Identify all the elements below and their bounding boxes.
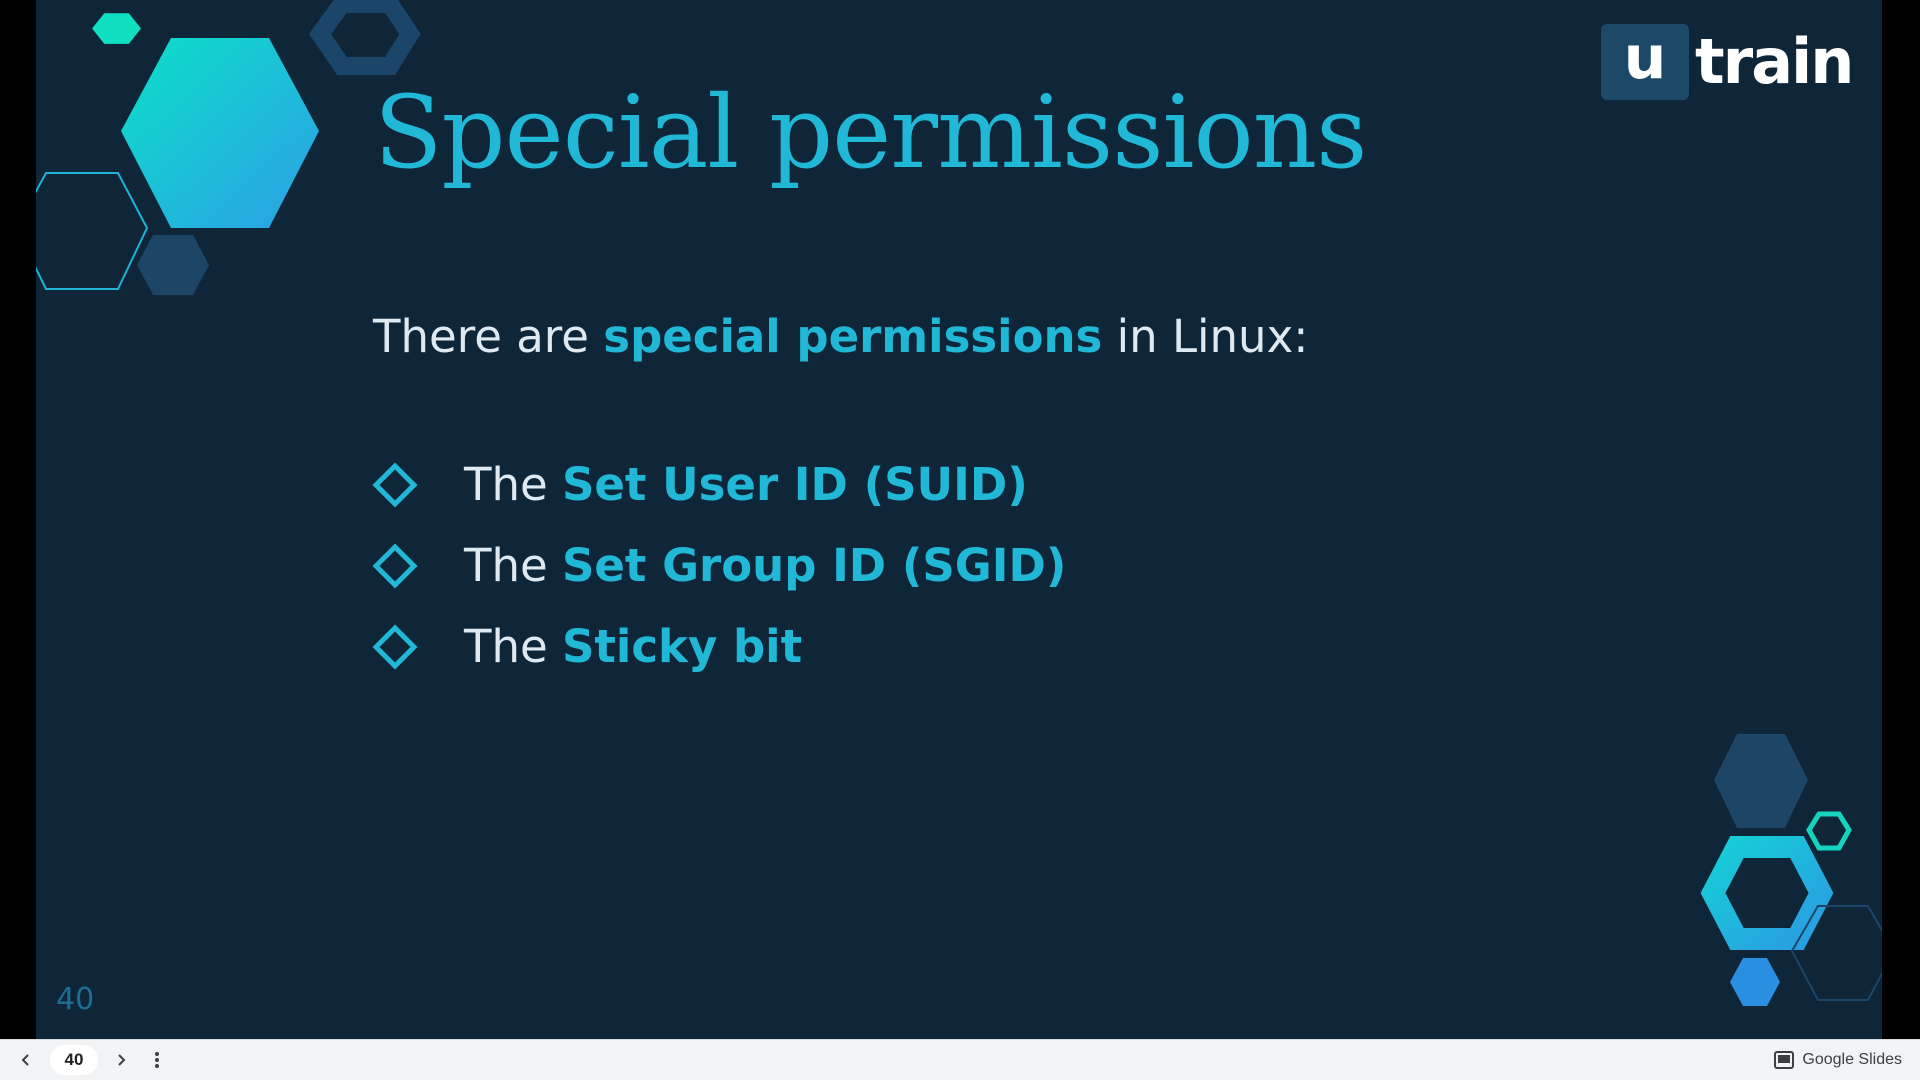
hexagon-outline bbox=[1806, 811, 1852, 851]
logo-mark: u bbox=[1601, 24, 1689, 100]
hexagon-shape bbox=[1730, 958, 1780, 1006]
previous-slide-button[interactable] bbox=[12, 1046, 40, 1074]
bullet-highlight: Set Group ID (SGID) bbox=[562, 539, 1067, 592]
presentation-toolbar: Google Slides bbox=[0, 1039, 1920, 1080]
chevron-left-icon bbox=[21, 1054, 29, 1066]
more-options-button[interactable] bbox=[143, 1046, 171, 1074]
bullet-prefix: The bbox=[464, 539, 562, 592]
bullet-list: The Set User ID (SUID) The Set Group ID … bbox=[372, 444, 1066, 687]
slide-page-input[interactable] bbox=[50, 1045, 98, 1075]
bullet-item-sticky-bit: The Sticky bit bbox=[372, 606, 1066, 687]
intro-after: in Linux: bbox=[1102, 310, 1309, 363]
slide-number: 40 bbox=[56, 982, 95, 1017]
bullet-item-suid: The Set User ID (SUID) bbox=[372, 444, 1066, 525]
brand-label: Google Slides bbox=[1802, 1051, 1902, 1068]
hexagon-shape bbox=[1714, 734, 1808, 828]
slides-icon bbox=[1774, 1051, 1795, 1069]
hexagon-shape bbox=[137, 235, 209, 295]
utrain-logo: u train bbox=[1601, 24, 1854, 100]
bullet-highlight: Set User ID (SUID) bbox=[562, 458, 1028, 511]
more-vert-icon bbox=[155, 1052, 159, 1068]
bullet-text: The Set Group ID (SGID) bbox=[464, 539, 1066, 592]
bullet-item-sgid: The Set Group ID (SGID) bbox=[372, 525, 1066, 606]
google-slides-link[interactable]: Google Slides bbox=[1774, 1040, 1902, 1080]
hexagon-shape bbox=[92, 13, 142, 44]
intro-highlight: special permissions bbox=[603, 310, 1103, 363]
bullet-prefix: The bbox=[464, 620, 562, 673]
slide: u train Special permissions There are sp… bbox=[36, 0, 1882, 1039]
hexagon-outline bbox=[36, 172, 149, 290]
chevron-right-icon bbox=[118, 1054, 126, 1066]
bullet-text: The Sticky bit bbox=[464, 620, 802, 673]
intro-before: There are bbox=[373, 310, 604, 363]
bullet-prefix: The bbox=[464, 458, 562, 511]
bullet-highlight: Sticky bit bbox=[562, 620, 803, 673]
diamond-outline-icon bbox=[372, 542, 418, 589]
slide-title: Special permissions bbox=[374, 74, 1367, 191]
next-slide-button[interactable] bbox=[107, 1046, 135, 1074]
hexagon-shape bbox=[121, 38, 319, 228]
diamond-outline-icon bbox=[372, 461, 418, 508]
bullet-text: The Set User ID (SUID) bbox=[464, 458, 1028, 511]
intro-text: There are special permissions in Linux: bbox=[373, 306, 1308, 368]
hexagon-outline bbox=[308, 0, 421, 75]
diamond-outline-icon bbox=[372, 623, 418, 670]
logo-wordmark: train bbox=[1695, 25, 1854, 98]
hexagon-outline bbox=[1700, 836, 1834, 950]
presentation-stage: u train Special permissions There are sp… bbox=[0, 0, 1920, 1039]
